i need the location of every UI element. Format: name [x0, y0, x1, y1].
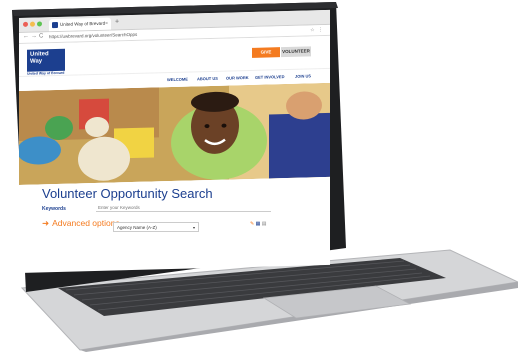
address-bar-icons[interactable]: ☆ ⋮: [310, 27, 324, 33]
volunteer-button[interactable]: VOLUNTEER: [281, 46, 311, 58]
sort-select[interactable]: Agency Name (A-Z) ▾: [113, 222, 199, 232]
forward-icon[interactable]: →: [31, 34, 37, 40]
advanced-options-toggle[interactable]: ➜ Advanced options: [42, 218, 120, 229]
chevron-down-icon: ▾: [192, 225, 195, 230]
keywords-label: Keywords: [42, 206, 66, 212]
sort-select-value: Agency Name (A-Z): [117, 225, 157, 230]
nav-item-about-us[interactable]: ABOUT US: [197, 76, 218, 82]
view-toggle: ✎ ▦ ▤: [250, 221, 266, 227]
favicon-icon: [52, 21, 58, 29]
edit-icon[interactable]: ✎: [250, 221, 254, 227]
browser-window: United Way of Brevard × + ← → C https://…: [19, 9, 330, 274]
nav-item-get-involved[interactable]: GET INVOLVED: [255, 74, 284, 80]
tab-title: United Way of Brevard: [60, 20, 106, 27]
page-title: Volunteer Opportunity Search: [42, 186, 213, 201]
nav-item-our-work[interactable]: OUR WORK: [226, 75, 249, 81]
new-tab-button[interactable]: +: [115, 17, 119, 27]
advanced-options-label: Advanced options: [52, 218, 120, 228]
list-view-icon[interactable]: ▤: [262, 221, 267, 227]
nav-item-join-us[interactable]: JOIN US: [295, 73, 311, 78]
united-way-logo[interactable]: United Way: [27, 48, 65, 72]
url-field[interactable]: https://uwbrevard.org/volunteer/SearchOp…: [49, 32, 137, 39]
tab-close-icon[interactable]: ×: [105, 18, 108, 30]
maximize-window-icon[interactable]: [37, 21, 42, 27]
logo-line-2: Way: [30, 58, 43, 65]
grid-view-icon[interactable]: ▦: [256, 221, 261, 227]
close-window-icon[interactable]: [23, 21, 28, 27]
minimize-window-icon[interactable]: [30, 21, 35, 27]
nav-item-welcome[interactable]: WELCOME: [167, 77, 188, 83]
give-button[interactable]: GIVE: [252, 47, 280, 58]
hero-image: [19, 82, 330, 185]
arrow-right-icon: ➜: [42, 218, 50, 228]
browser-tab[interactable]: United Way of Brevard ×: [49, 17, 111, 32]
reload-icon[interactable]: C: [39, 33, 43, 39]
back-icon[interactable]: ←: [23, 34, 29, 40]
keywords-input[interactable]: [96, 203, 271, 212]
